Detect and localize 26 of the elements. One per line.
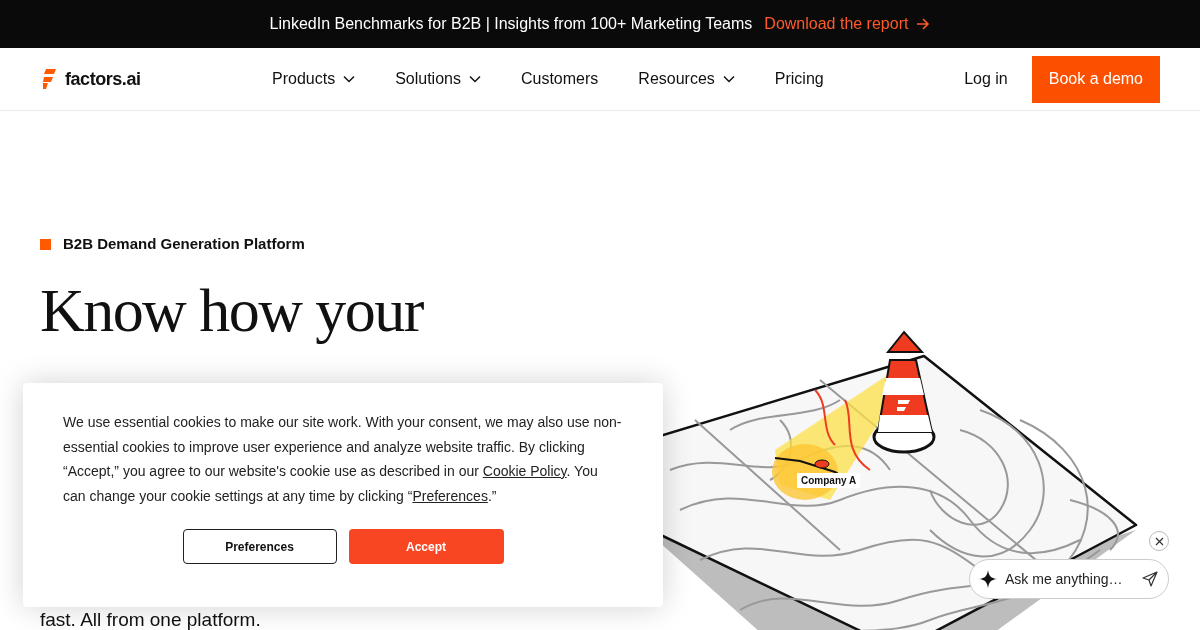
login-link[interactable]: Log in — [964, 67, 1008, 91]
hero-heading: Know how your — [40, 277, 425, 342]
close-icon — [1154, 536, 1164, 546]
sparkle-icon — [979, 570, 997, 588]
hero-subtitle: fast. All from one platform. — [40, 607, 262, 630]
accept-button[interactable]: Accept — [348, 529, 504, 564]
send-icon[interactable] — [1142, 571, 1158, 587]
chat-input[interactable]: Ask me anything… — [969, 559, 1169, 599]
announcement-text: LinkedIn Benchmarks for B2B | Insights from 100+ Marketing Teams — [269, 14, 753, 34]
download-report-link[interactable]: Download the report — [764, 12, 931, 36]
cookie-text: We use essential cookies to make our site work. With your consent, we may also use non-essential cookies to improve user experience and analyze website traffic. By clicking “Accept,” you agree to our website's cookie use as described in our Cookie Policy. You can change your cookie settings at any time by clicking “Preferences.” — [63, 413, 623, 506]
map-label: Company A — [797, 473, 861, 488]
nav-link[interactable]: Pricing — [774, 67, 824, 91]
preferences-button[interactable]: Preferences — [182, 529, 337, 564]
arrow-right-icon — [916, 18, 931, 30]
nav-link[interactable]: Resources — [638, 67, 735, 91]
nav-link[interactable]: Solutions — [395, 67, 481, 91]
cookie-link[interactable]: Cookie Policy — [482, 463, 567, 479]
logo-text[interactable]: factors.ai — [65, 65, 141, 93]
cookie-link[interactable]: Preferences — [412, 487, 488, 504]
close-chat-button[interactable] — [1149, 531, 1169, 551]
eyebrow-text: B2B Demand Generation Platform — [63, 234, 305, 254]
nav-link[interactable]: Products — [272, 67, 356, 91]
eyebrow-square-icon — [40, 238, 51, 250]
logo-icon — [43, 68, 57, 90]
nav-link[interactable]: Customers — [520, 67, 599, 91]
